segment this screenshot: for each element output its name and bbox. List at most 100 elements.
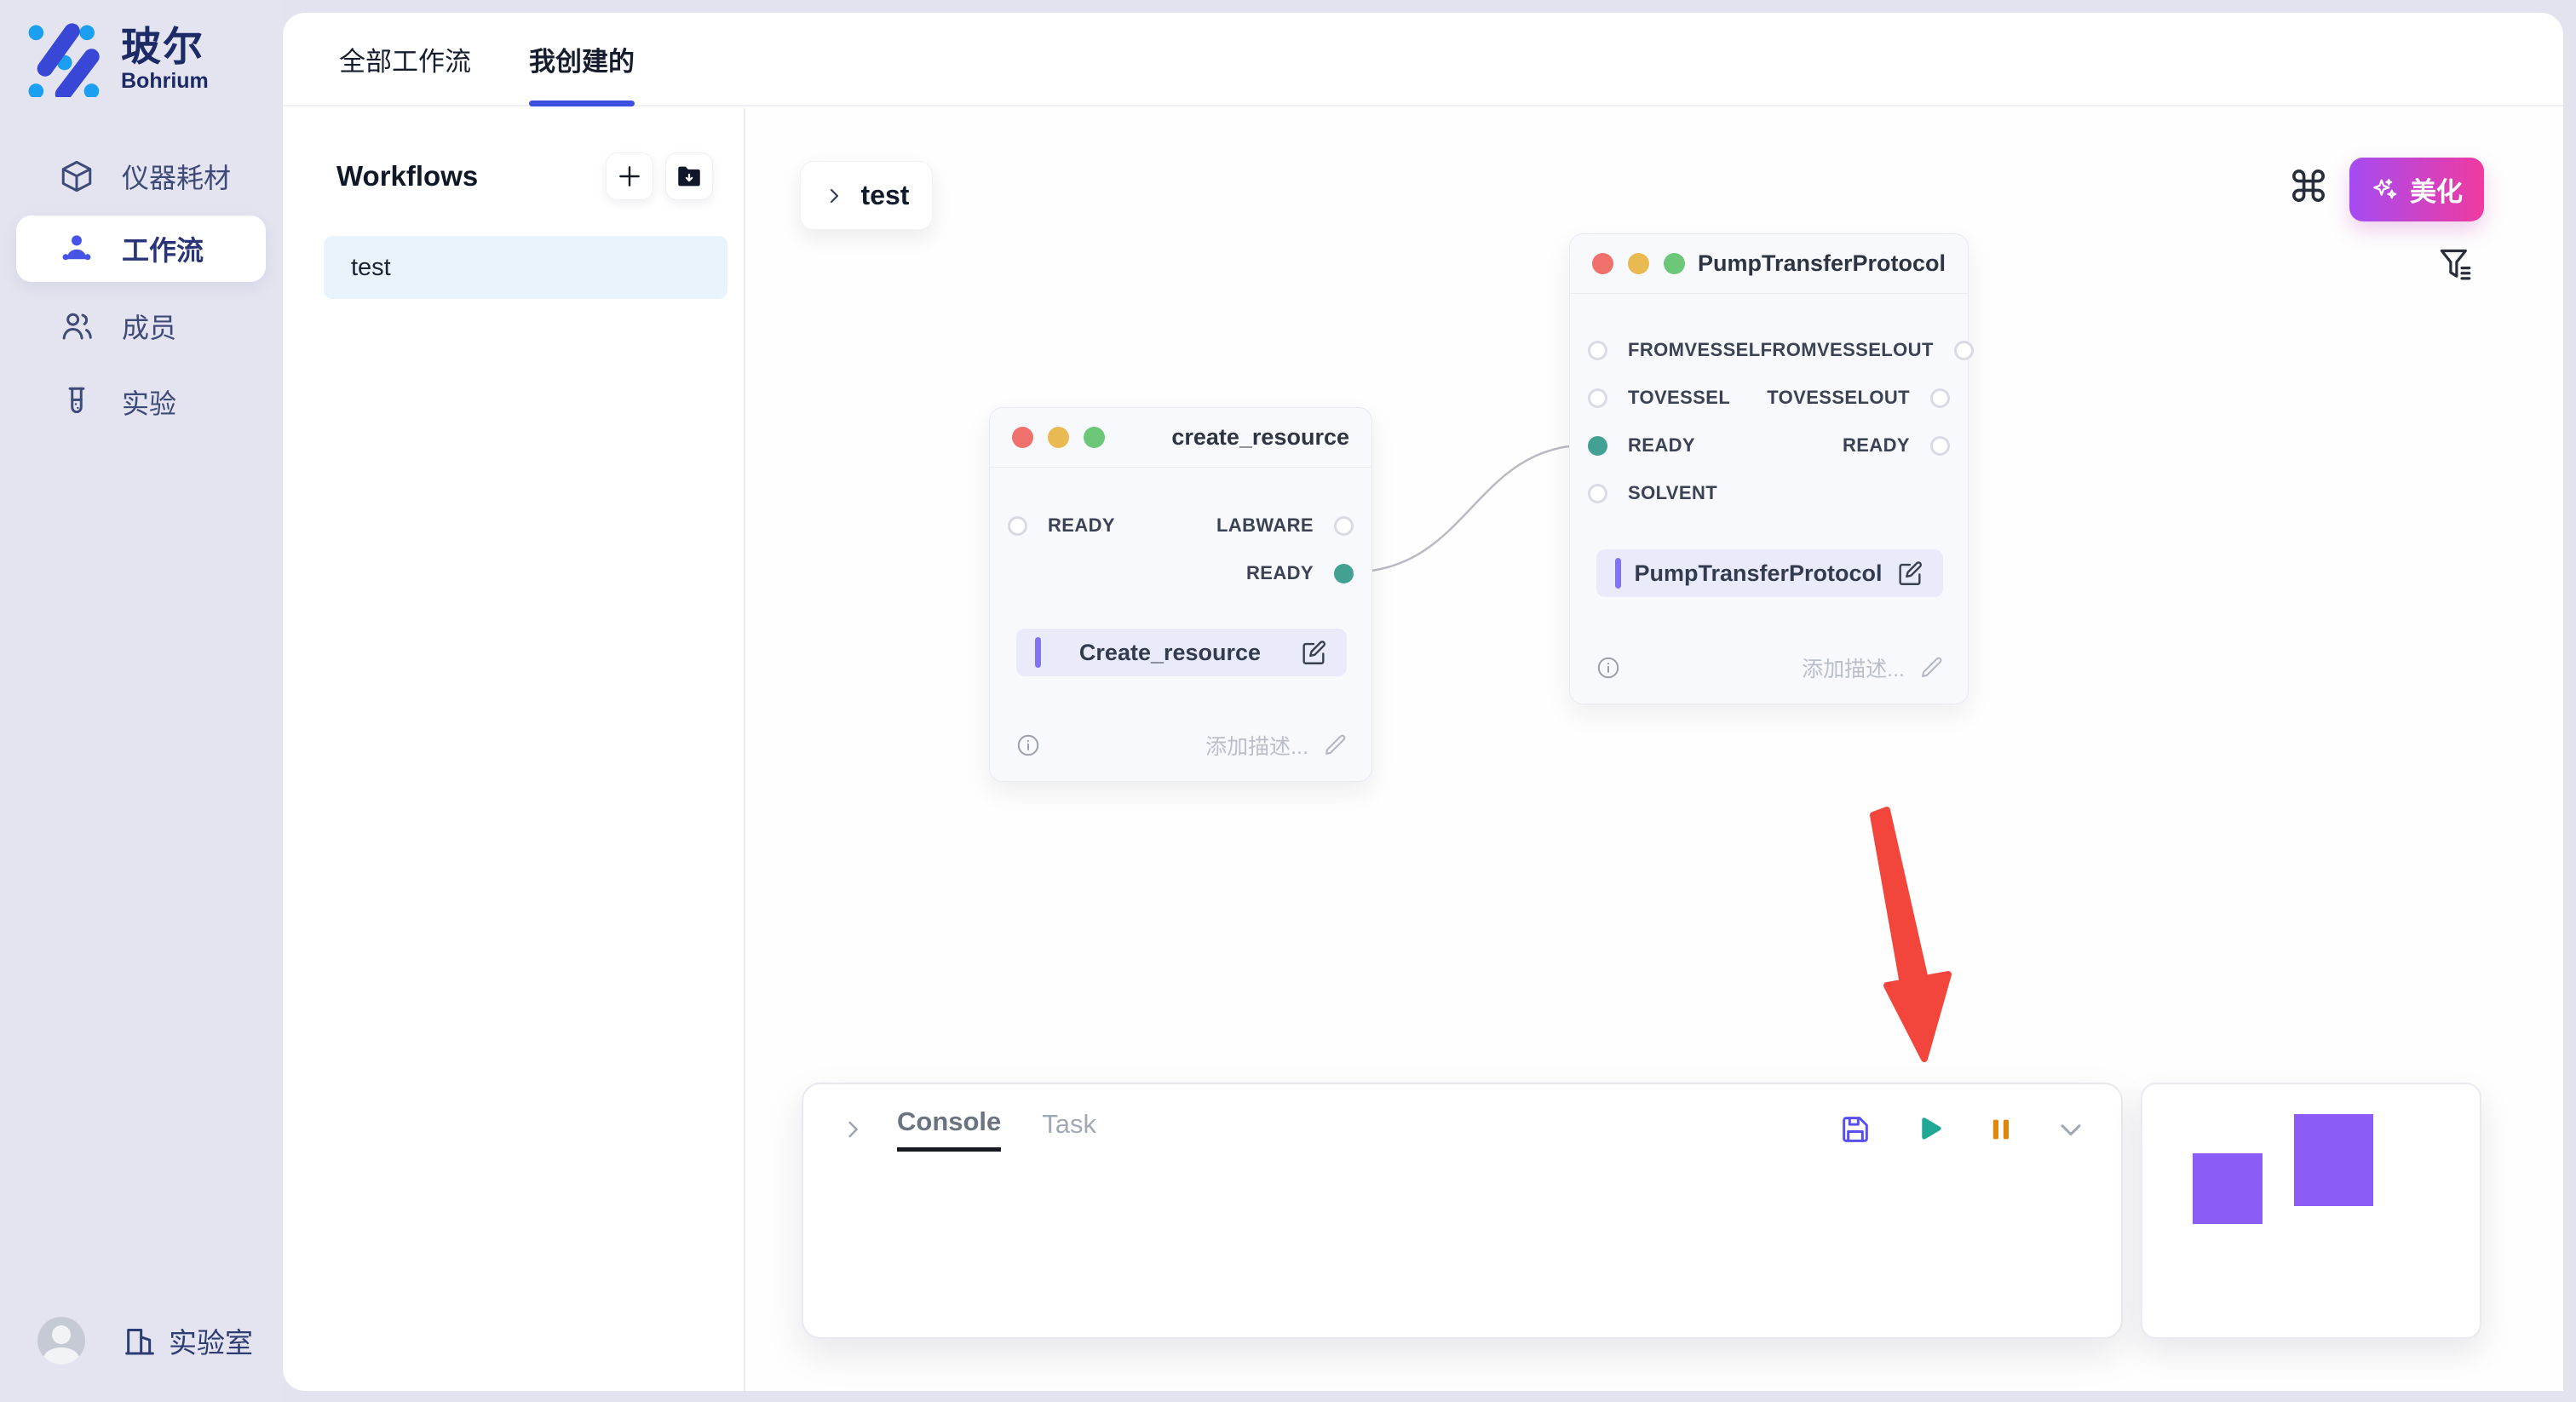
annotation-arrow <box>1854 790 1991 1079</box>
port-handle[interactable] <box>1588 388 1607 408</box>
port-handle-connected[interactable] <box>1588 436 1607 456</box>
port-in-tovessel[interactable]: TOVESSEL <box>1588 387 1730 409</box>
port-out-labware[interactable]: LABWARE <box>1216 514 1354 537</box>
sidebar-item-workflows[interactable]: 工作流 <box>16 215 266 282</box>
save-icon[interactable] <box>1838 1112 1872 1146</box>
workspace-name: 实验室 <box>169 1320 253 1361</box>
node-header: PumpTransferProtocol <box>1570 234 1968 294</box>
port-handle[interactable] <box>1588 484 1607 503</box>
description-placeholder[interactable]: 添加描述... <box>1802 652 1944 683</box>
workflow-list-item-test[interactable]: test <box>324 236 727 299</box>
node-function-pill[interactable]: Create_resource <box>1016 629 1347 676</box>
breadcrumb[interactable]: test <box>800 161 933 230</box>
workflows-title: Workflows <box>336 160 478 192</box>
node-pump-transfer-protocol[interactable]: PumpTransferProtocol FROMVESSEL FROMVESS… <box>1569 233 1969 704</box>
sparkles-icon <box>2371 175 2400 204</box>
port-out-ready[interactable]: READY <box>1246 562 1354 584</box>
workspace-switcher[interactable]: 实验室 <box>123 1320 253 1361</box>
port-label: TOVESSELOUT <box>1767 387 1910 409</box>
traffic-yellow-dot[interactable] <box>1048 427 1069 448</box>
cube-icon <box>59 158 95 194</box>
run-play-icon[interactable] <box>1913 1113 1946 1146</box>
logo-subtitle: Bohrium <box>121 69 209 94</box>
sidebar-item-label: 成员 <box>122 307 176 346</box>
pencil-icon <box>1918 655 1944 681</box>
tab-label: 我创建的 <box>529 40 635 78</box>
info-icon[interactable] <box>1015 733 1041 758</box>
sidebar-item-label: 实验 <box>122 382 176 422</box>
pill-accent-bar <box>1615 558 1621 589</box>
workflow-person-icon <box>59 231 95 267</box>
port-out-fromvesselout[interactable]: FROMVESSELOUT <box>1761 339 1974 361</box>
traffic-red-dot[interactable] <box>1012 427 1033 448</box>
edit-icon[interactable] <box>1895 559 1924 588</box>
tab-console[interactable]: Console <box>897 1106 1001 1152</box>
node-create-resource[interactable]: create_resource READY LABWARE <box>989 407 1372 782</box>
port-handle[interactable] <box>1954 341 1974 360</box>
sidebar-item-experiments[interactable]: 实验 <box>16 369 266 435</box>
info-icon[interactable] <box>1596 655 1621 681</box>
node-function-pill[interactable]: PumpTransferProtocol <box>1596 549 1943 597</box>
beautify-button[interactable]: 美化 <box>2349 158 2484 221</box>
minimap[interactable] <box>2141 1083 2481 1339</box>
test-tube-icon <box>59 384 95 420</box>
description-text: 添加描述... <box>1205 730 1308 761</box>
pause-icon[interactable] <box>1987 1115 2015 1144</box>
tab-all-workflows[interactable]: 全部工作流 <box>339 13 471 105</box>
console-header: Console Task <box>803 1084 2121 1152</box>
port-label: SOLVENT <box>1628 482 1717 504</box>
traffic-green-dot[interactable] <box>1664 253 1685 274</box>
user-avatar[interactable] <box>37 1317 85 1365</box>
port-handle[interactable] <box>1930 388 1950 408</box>
filter-icon[interactable] <box>2438 246 2474 285</box>
import-folder-button[interactable] <box>665 152 713 200</box>
port-handle[interactable] <box>1334 516 1354 536</box>
port-label: READY <box>1048 514 1115 537</box>
sidebar-item-label: 工作流 <box>122 229 204 268</box>
pill-label: Create_resource <box>1041 640 1299 666</box>
app-logo[interactable]: 玻尔 Bohrium <box>26 22 209 97</box>
port-handle[interactable] <box>1930 436 1950 456</box>
traffic-lights <box>1012 427 1105 448</box>
port-handle-connected[interactable] <box>1334 564 1354 583</box>
active-tab-underline <box>529 101 635 106</box>
port-handle[interactable] <box>1008 516 1027 536</box>
traffic-red-dot[interactable] <box>1592 253 1613 274</box>
minimap-node-create-resource <box>2193 1153 2263 1224</box>
port-out-tovesselout[interactable]: TOVESSELOUT <box>1767 387 1950 409</box>
port-label: READY <box>1843 434 1910 457</box>
tab-task[interactable]: Task <box>1042 1109 1096 1150</box>
console-output-area[interactable] <box>803 1152 2121 1322</box>
workflows-actions <box>606 152 713 200</box>
port-label: FROMVESSEL <box>1628 339 1761 361</box>
command-shortcuts-icon[interactable]: ⌘ <box>2287 166 2330 209</box>
port-in-ready[interactable]: READY <box>1588 434 1695 457</box>
port-out-ready[interactable]: READY <box>1843 434 1950 457</box>
add-workflow-button[interactable] <box>606 152 653 200</box>
edit-icon[interactable] <box>1299 638 1328 667</box>
chevron-down-icon[interactable] <box>2056 1115 2085 1144</box>
node-ports: FROMVESSEL FROMVESSELOUT TOVESSEL <box>1570 294 1968 517</box>
minimap-node-pump-transfer <box>2294 1114 2373 1206</box>
node-footer: 添加描述... <box>1015 730 1348 761</box>
traffic-yellow-dot[interactable] <box>1628 253 1649 274</box>
port-in-fromvessel[interactable]: FROMVESSEL <box>1588 339 1761 361</box>
traffic-green-dot[interactable] <box>1084 427 1105 448</box>
bohrium-workflow-app: 玻尔 Bohrium 仪器耗材 工作流 <box>0 0 2576 1402</box>
port-in-ready[interactable]: READY <box>1008 514 1115 537</box>
tab-my-created[interactable]: 我创建的 <box>529 13 635 105</box>
workflow-canvas[interactable]: test ⌘ 美化 <box>747 108 2563 1391</box>
node-title: PumpTransferProtocol <box>1698 250 1946 277</box>
edge-create-to-pump <box>1335 432 1607 585</box>
port-label: READY <box>1628 434 1695 457</box>
sidebar-item-members[interactable]: 成员 <box>16 293 266 359</box>
chevron-right-icon <box>824 186 844 206</box>
description-placeholder[interactable]: 添加描述... <box>1205 730 1348 761</box>
building-icon <box>123 1324 157 1358</box>
sidebar-item-instruments[interactable]: 仪器耗材 <box>16 143 266 210</box>
port-handle[interactable] <box>1588 341 1607 360</box>
sidebar-item-label: 仪器耗材 <box>122 157 231 196</box>
port-label: FROMVESSELOUT <box>1761 339 1934 361</box>
collapse-chevron-icon[interactable] <box>841 1118 865 1141</box>
port-in-solvent[interactable]: SOLVENT <box>1588 482 1717 504</box>
